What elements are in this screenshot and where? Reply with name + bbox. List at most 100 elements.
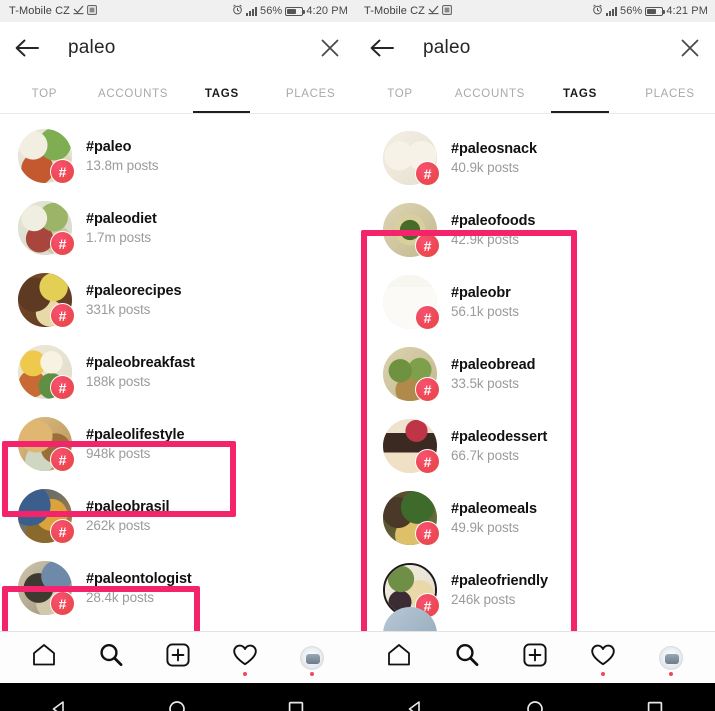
tag-thumbnail: # [18,561,75,616]
android-recents-button[interactable] [632,696,678,711]
tab-places[interactable]: PLACES [266,74,355,113]
search-input[interactable]: paleo [409,37,665,59]
tab-accounts[interactable]: ACCOUNTS [445,74,535,113]
tag-thumbnail: # [383,347,440,402]
tags-results-list[interactable]: # #paleo 13.8m posts # #paleodiet 1.7m p… [0,114,355,631]
nav-activity-button[interactable] [581,638,625,678]
tab-tags[interactable]: TAGS [535,74,625,113]
nav-search-button[interactable] [89,638,133,678]
hashtag-badge-icon: # [50,591,75,616]
nav-profile-button[interactable] [649,638,693,678]
list-item[interactable]: # #paleosnack 40.9k posts [355,122,715,194]
android-system-nav-bar [0,683,355,711]
list-item[interactable]: # #paleodessert 66.7k posts [355,410,715,482]
hashtag-badge-icon: # [50,447,75,472]
nav-profile-button[interactable] [290,638,334,678]
heart-icon [590,643,616,672]
home-circle-icon [167,699,187,711]
search-input[interactable]: paleo [54,37,305,59]
back-arrow-icon[interactable] [14,37,40,59]
notification-dot [309,671,314,676]
tag-post-count: 66.7k posts [451,448,519,463]
tag-name: #paleofriendly [451,573,548,589]
hashtag-badge-icon: # [50,159,75,184]
tag-name: #paleobread [451,357,536,373]
tag-post-count: 1.7m posts [86,230,152,245]
nav-home-button[interactable] [377,638,421,678]
tag-thumbnail: # [18,201,75,256]
tag-thumbnail: # [18,273,75,328]
heart-icon [232,643,258,672]
hashtag-badge-icon: # [50,303,75,328]
tag-name: #paleofoods [451,213,536,229]
hashtag-badge-icon: # [415,521,440,546]
nav-activity-button[interactable] [223,638,267,678]
list-item[interactable]: # #paleobreakfast 188k posts [0,336,355,408]
tag-name: #paleolifestyle [86,427,185,443]
search-header: paleo [355,22,715,74]
list-item[interactable]: # #paleobr 56.1k posts [355,266,715,338]
tag-post-count: 28.4k posts [86,590,154,605]
hashtag-badge-icon: # [415,161,440,186]
home-icon [31,642,57,673]
close-x-icon[interactable] [679,37,701,59]
bottom-navigation-bar [355,631,715,683]
tab-accounts[interactable]: ACCOUNTS [89,74,178,113]
list-item[interactable]: # #paleorecipes 331k posts [0,264,355,336]
tag-name: #paleodiet [86,211,157,227]
android-recents-button[interactable] [273,696,319,711]
bottom-navigation-bar [0,631,355,683]
status-clock: 4:21 PM [666,5,708,17]
search-icon [98,642,124,673]
back-arrow-icon[interactable] [369,37,395,59]
tag-name: #paleontologist [86,571,192,587]
status-clock: 4:20 PM [306,5,348,17]
tag-post-count: 40.9k posts [451,160,519,175]
tag-thumbnail: # [383,203,440,258]
signal-bars-icon [246,6,257,16]
android-back-button[interactable] [392,696,438,711]
close-x-icon[interactable] [319,37,341,59]
battery-icon [645,6,666,16]
tag-post-count: 262k posts [86,518,151,533]
list-item[interactable]: # #paleomeals 49.9k posts [355,482,715,554]
list-item[interactable]: # #paleolifestyle 948k posts [0,408,355,480]
tag-name: #paleodessert [451,429,548,445]
tag-thumbnail: # [18,489,75,544]
profile-avatar-icon [299,645,324,670]
tag-thumbnail: # [18,417,75,472]
list-item[interactable]: # #paleofoods 42.9k posts [355,194,715,266]
back-triangle-icon [405,699,425,711]
tab-tags[interactable]: TAGS [178,74,267,113]
android-home-button[interactable] [512,696,558,711]
battery-icon [285,6,306,16]
tag-post-count: 188k posts [86,374,151,389]
tab-places[interactable]: PLACES [625,74,715,113]
hashtag-badge-icon: # [415,305,440,330]
tab-top[interactable]: TOP [0,74,89,113]
hashtag-badge-icon: # [415,377,440,402]
sim-card-icon [87,4,97,18]
tag-post-count: 331k posts [86,302,151,317]
list-item[interactable]: # #paleontologist 28.4k posts [0,552,355,624]
list-item[interactable]: # #paleobread 33.5k posts [355,338,715,410]
android-home-button[interactable] [154,696,200,711]
nav-search-button[interactable] [445,638,489,678]
list-item[interactable]: # #paleodiet 1.7m posts [0,192,355,264]
battery-percent-label: 56% [260,5,283,17]
tag-thumbnail: # [383,131,440,186]
nav-home-button[interactable] [22,638,66,678]
android-back-button[interactable] [36,696,82,711]
tags-results-list[interactable]: # #paleosnack 40.9k posts # #paleofoods … [355,114,715,631]
tag-post-count: 42.9k posts [451,232,519,247]
phone-screenshot-right: T-Mobile CZ 56% 4:21 PM paleo TOP ACCOUN… [355,0,715,711]
nav-add-post-button[interactable] [156,638,200,678]
tag-name: #paleorecipes [86,283,182,299]
signal-bars-icon [606,6,617,16]
list-item[interactable]: # #paleo 13.8m posts [0,120,355,192]
nav-add-post-button[interactable] [513,638,557,678]
list-item[interactable]: # #paleobrasil 262k posts [0,480,355,552]
add-post-icon [522,642,548,673]
phone-screenshot-left: T-Mobile CZ 56% 4:20 PM paleo TOP ACCOUN… [0,0,355,711]
tab-top[interactable]: TOP [355,74,445,113]
